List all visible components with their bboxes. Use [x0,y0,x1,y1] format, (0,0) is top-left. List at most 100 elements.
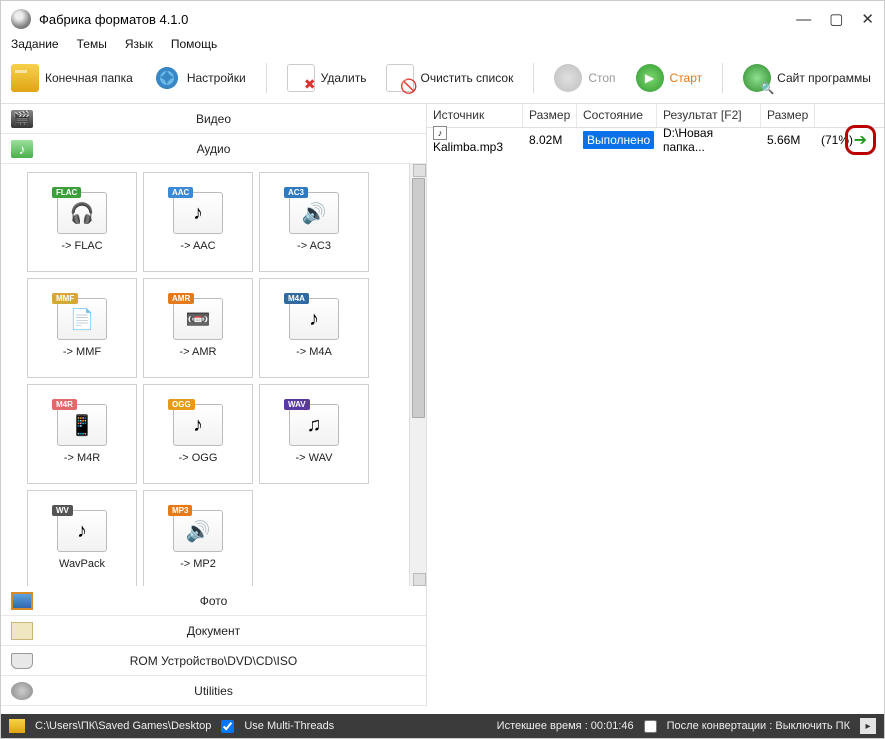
status-folder-icon[interactable] [9,719,25,733]
format-label: WavPack [59,558,105,570]
menu-task[interactable]: Задание [11,37,59,51]
cell-size2: 5.66M [761,131,815,149]
gear-small-icon [11,682,33,700]
category-photo-label: Фото [41,594,426,608]
format-cell[interactable]: MP3🔊-> MP2 [143,490,253,586]
format-label: -> M4A [296,346,332,358]
format-label: -> WAV [296,452,333,464]
format-glyph-icon: ♪ [290,299,338,339]
gear-icon [153,64,181,92]
format-file-icon: AC3🔊 [289,192,339,234]
close-button[interactable]: ✕ [861,12,874,27]
cell-source: ♪Kalimba.mp3 [427,124,523,157]
category-document-label: Документ [41,624,426,638]
format-cell[interactable]: AC3🔊-> AC3 [259,172,369,272]
final-folder-label: Конечная папка [45,71,133,85]
status-scroll-right[interactable]: ▸ [860,718,876,734]
format-glyph-icon: ♪ [58,511,106,551]
audio-file-icon: ♪ [433,126,447,140]
format-cell[interactable]: FLAC🎧-> FLAC [27,172,137,272]
header-size[interactable]: Размер [523,104,577,127]
category-rom[interactable]: ROM Устройство\DVD\CD\ISO [1,646,426,676]
cell-result: D:\Новая папка... [657,124,761,156]
multi-threads-checkbox[interactable] [221,720,234,733]
format-cell[interactable]: WV♪ WavPack [27,490,137,586]
formats-scrollbar[interactable] [409,164,426,586]
category-audio[interactable]: ♪ Аудио [1,134,426,164]
format-glyph-icon: 📄 [58,299,106,339]
format-file-icon: WV♪ [57,510,107,552]
category-video-label: Видео [41,112,426,126]
toolbar-separator [533,63,534,93]
multi-threads-label: Use Multi-Threads [244,720,334,732]
app-icon [11,9,31,29]
play-arrow-icon: ➔ [854,130,867,150]
settings-button[interactable]: Настройки [153,64,246,92]
delete-label: Удалить [321,71,367,85]
format-label: -> OGG [179,452,218,464]
delete-icon [287,64,315,92]
globe-icon [743,64,771,92]
stop-label: Стоп [588,71,615,85]
format-cell[interactable]: OGG♪ -> OGG [143,384,253,484]
window-title: Фабрика форматов 4.1.0 [39,12,188,27]
format-cell[interactable]: MMF📄-> MMF [27,278,137,378]
header-state[interactable]: Состояние [577,104,657,127]
header-size2[interactable]: Размер [761,104,815,127]
stop-button[interactable]: Стоп [554,64,615,92]
start-button[interactable]: Старт [636,64,703,92]
category-utilities-label: Utilities [41,684,426,698]
format-cell[interactable]: M4A♪ -> M4A [259,278,369,378]
window-controls: — ▢ ✕ [796,12,874,27]
format-glyph-icon: 🔊 [290,193,338,233]
format-file-icon: FLAC🎧 [57,192,107,234]
after-convert-label: После конвертации : Выключить ПК [667,720,850,732]
menu-help[interactable]: Помощь [171,37,217,51]
format-file-icon: AMR📼 [173,298,223,340]
clear-list-button[interactable]: Очистить список [386,64,513,92]
minimize-button[interactable]: — [796,12,811,27]
format-glyph-icon: 🎧 [58,193,106,233]
content-area: 🎬 Видео ♪ Аудио FLAC🎧-> FLACAAC♪-> AACAC… [1,103,884,706]
format-cell[interactable]: AMR📼-> AMR [143,278,253,378]
audio-icon: ♪ [11,140,33,158]
format-glyph-icon: 📼 [174,299,222,339]
table-row[interactable]: ♪Kalimba.mp3 8.02M Выполнено D:\Новая па… [427,128,884,152]
format-glyph-icon: 🔊 [174,511,222,551]
final-folder-button[interactable]: Конечная папка [11,64,133,92]
category-rom-label: ROM Устройство\DVD\CD\ISO [41,654,426,668]
format-cell[interactable]: WAV♫-> WAV [259,384,369,484]
category-document[interactable]: Документ [1,616,426,646]
photo-icon [11,592,33,610]
disc-icon [11,653,33,669]
menu-bar: Задание Темы Язык Помощь [1,33,884,57]
category-photo[interactable]: Фото [1,586,426,616]
left-panel: 🎬 Видео ♪ Аудио FLAC🎧-> FLACAAC♪-> AACAC… [1,104,427,706]
scroll-thumb[interactable] [412,178,425,418]
cell-state: Выполнено [577,131,657,149]
menu-themes[interactable]: Темы [77,37,107,51]
menu-language[interactable]: Язык [125,37,153,51]
delete-button[interactable]: Удалить [287,64,367,92]
format-file-icon: OGG♪ [173,404,223,446]
format-glyph-icon: ♪ [174,193,222,233]
elapsed-time: Истекшее время : 00:01:46 [497,720,634,732]
category-video[interactable]: 🎬 Видео [1,104,426,134]
toolbar: Конечная папка Настройки Удалить Очистит… [1,57,884,103]
start-label: Старт [670,71,703,85]
category-utilities[interactable]: Utilities [1,676,426,706]
format-cell[interactable]: AAC♪-> AAC [143,172,253,272]
toolbar-separator [266,63,267,93]
site-button[interactable]: Сайт программы [743,64,871,92]
formats-grid: FLAC🎧-> FLACAAC♪-> AACAC3🔊-> AC3 MMF📄-> M… [1,164,409,586]
format-cell[interactable]: M4R📱-> M4R [27,384,137,484]
after-convert-checkbox[interactable] [644,720,657,733]
clear-icon [386,64,414,92]
video-icon: 🎬 [11,110,33,128]
formats-area: FLAC🎧-> FLACAAC♪-> AACAC3🔊-> AC3 MMF📄-> M… [1,164,426,586]
category-audio-label: Аудио [41,142,426,156]
play-result-button[interactable]: ➔ [845,125,876,155]
format-file-icon: M4A♪ [289,298,339,340]
maximize-button[interactable]: ▢ [829,12,843,27]
format-glyph-icon: 📱 [58,405,106,445]
